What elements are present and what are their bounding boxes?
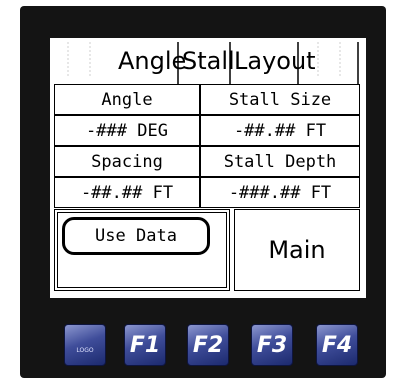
f3-key[interactable]: F3	[251, 324, 293, 366]
screen-title: Angle Stall Layout	[50, 38, 366, 84]
f2-key[interactable]: F2	[187, 324, 229, 366]
stall-size-value[interactable]: -##.## FT	[200, 115, 360, 146]
f4-key[interactable]: F4	[316, 324, 358, 366]
main-button[interactable]: Main	[234, 209, 360, 291]
spacing-header: Spacing	[54, 146, 200, 177]
touch-screen: Angle Stall Layout Angle Stall Size -###…	[50, 38, 366, 298]
title-word-angle: Angle	[118, 47, 187, 75]
angle-header: Angle	[54, 84, 200, 115]
title-word-stall: Stall	[182, 47, 235, 75]
logo-key-label: LOGO	[76, 347, 94, 354]
spacing-value[interactable]: -##.## FT	[54, 177, 200, 208]
stall-size-header: Stall Size	[200, 84, 360, 115]
stall-depth-value[interactable]: -###.## FT	[200, 177, 360, 208]
title-word-layout: Layout	[234, 47, 316, 75]
logo-key[interactable]: LOGO	[64, 324, 106, 366]
use-data-button[interactable]: Use Data	[62, 217, 210, 255]
f1-key[interactable]: F1	[124, 324, 166, 366]
stall-depth-header: Stall Depth	[200, 146, 360, 177]
angle-value[interactable]: -### DEG	[54, 115, 200, 146]
